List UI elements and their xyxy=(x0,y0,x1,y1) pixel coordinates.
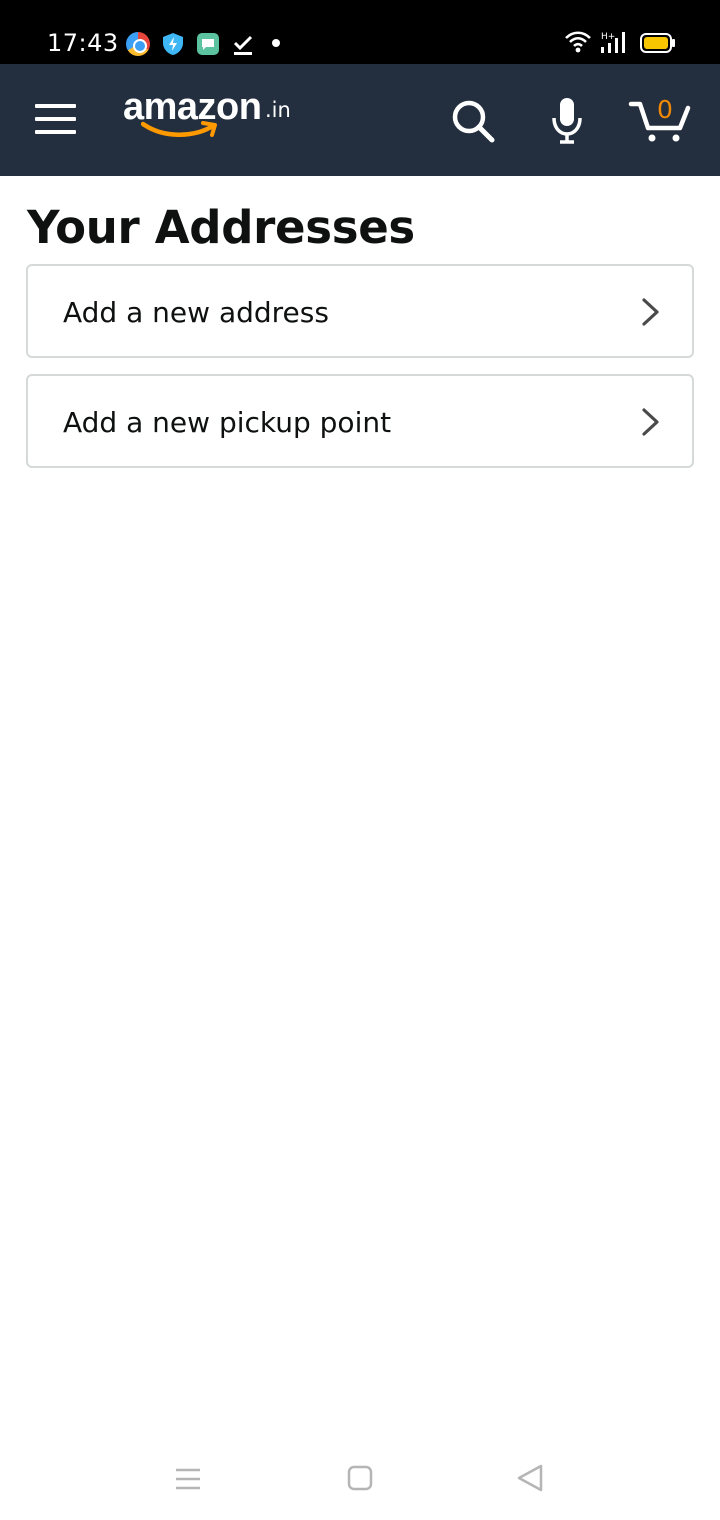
svg-text:H+: H+ xyxy=(601,32,615,42)
logo-smile-icon xyxy=(141,121,217,137)
system-nav-bar xyxy=(0,1440,720,1520)
dot-icon xyxy=(272,39,280,47)
search-icon xyxy=(452,100,495,143)
home-icon[interactable] xyxy=(340,1460,380,1500)
add-new-address-button[interactable]: Add a new address xyxy=(26,264,694,358)
chevron-right-icon xyxy=(642,408,659,436)
cart-count-badge: 0 xyxy=(657,95,673,124)
add-new-pickup-point-button[interactable]: Add a new pickup point xyxy=(26,374,694,468)
status-bar: 17:43 H+ xyxy=(0,0,720,64)
page-title: Your Addresses xyxy=(27,201,415,254)
status-time: 17:43 xyxy=(47,29,119,57)
battery-icon xyxy=(640,33,675,53)
message-icon xyxy=(197,33,219,55)
chevron-right-icon xyxy=(642,298,659,326)
signal-hplus-icon: H+ xyxy=(601,32,625,53)
chrome-icon xyxy=(126,32,150,56)
hamburger-menu-icon[interactable] xyxy=(35,104,77,136)
recent-apps-icon[interactable] xyxy=(168,1460,208,1500)
cart-button[interactable]: 0 xyxy=(628,94,696,146)
wifi-icon xyxy=(565,31,591,53)
search-button[interactable] xyxy=(448,94,498,146)
back-icon[interactable] xyxy=(511,1460,551,1500)
microphone-icon xyxy=(552,98,582,144)
shield-icon xyxy=(163,33,183,55)
amazon-logo[interactable]: amazon .in xyxy=(123,84,303,144)
logo-tld: .in xyxy=(265,98,291,122)
add-new-address-label: Add a new address xyxy=(63,296,329,329)
check-download-icon xyxy=(233,35,253,55)
app-header: amazon .in 0 xyxy=(0,64,720,176)
voice-search-button[interactable] xyxy=(543,94,593,146)
add-new-pickup-point-label: Add a new pickup point xyxy=(63,406,392,439)
